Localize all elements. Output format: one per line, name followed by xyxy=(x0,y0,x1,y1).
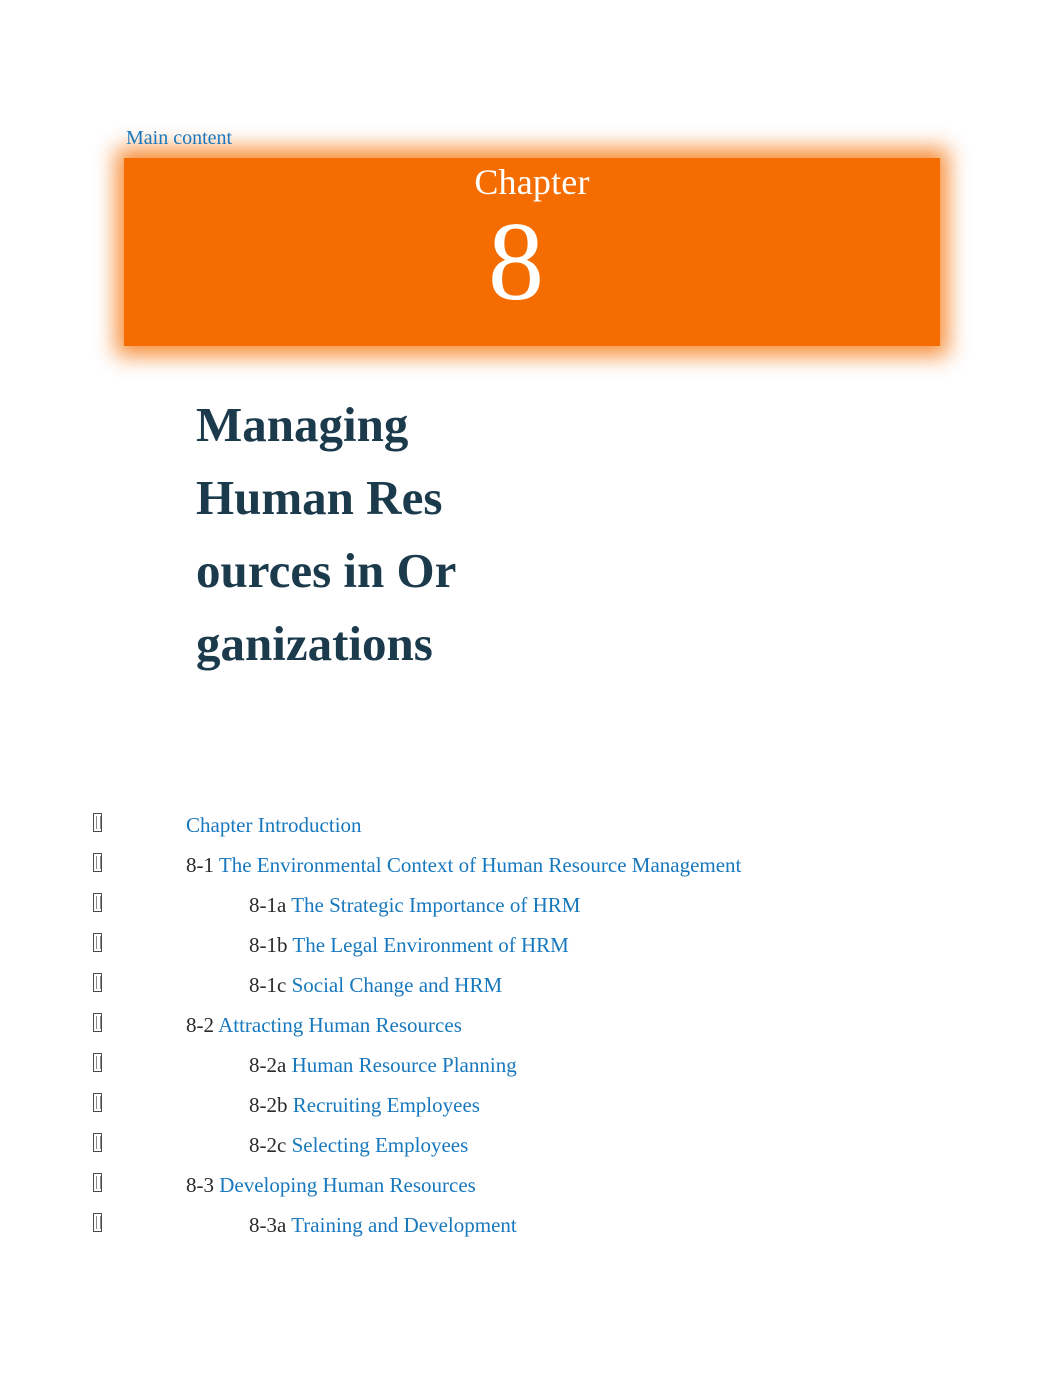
toc-row: 8-3a Training and Development xyxy=(0,1205,1062,1245)
missing-glyph-bullet-icon xyxy=(93,1053,102,1072)
toc-section-link[interactable]: The Environmental Context of Human Resou… xyxy=(219,853,742,877)
toc-section-link[interactable]: The Strategic Importance of HRM xyxy=(291,893,580,917)
skip-to-main-content-link[interactable]: Main content xyxy=(126,126,232,150)
toc-entry: 8-2c Selecting Employees xyxy=(249,1125,468,1165)
toc-section-link[interactable]: Attracting Human Resources xyxy=(218,1013,462,1037)
missing-glyph-bullet-icon xyxy=(93,1133,102,1152)
toc-section-number: 8-2a xyxy=(249,1053,287,1077)
toc-section-number: 8-1 xyxy=(186,853,214,877)
toc-section-number: 8-2 xyxy=(186,1013,214,1037)
toc-section-link[interactable]: Human Resource Planning xyxy=(292,1053,517,1077)
toc-entry: 8-1c Social Change and HRM xyxy=(249,965,502,1005)
toc-entry: 8-2 Attracting Human Resources xyxy=(186,1005,462,1045)
chapter-banner: Chapter 8 xyxy=(116,148,948,356)
toc-row: 8-1a The Strategic Importance of HRM xyxy=(0,885,1062,925)
chapter-label: Chapter xyxy=(474,162,590,202)
toc-section-link[interactable]: Selecting Employees xyxy=(292,1133,469,1157)
toc-row: 8-2a Human Resource Planning xyxy=(0,1045,1062,1085)
toc-entry: 8-2a Human Resource Planning xyxy=(249,1045,517,1085)
missing-glyph-bullet-icon xyxy=(93,853,102,872)
toc-section-link[interactable]: Social Change and HRM xyxy=(292,973,503,997)
toc-row: 8-1c Social Change and HRM xyxy=(0,965,1062,1005)
toc-entry: 8-1 The Environmental Context of Human R… xyxy=(186,845,741,885)
missing-glyph-bullet-icon xyxy=(93,1213,102,1232)
toc-entry: 8-3 Developing Human Resources xyxy=(186,1165,476,1205)
toc-section-number: 8-2c xyxy=(249,1133,287,1157)
toc-section-link[interactable]: Recruiting Employees xyxy=(293,1093,480,1117)
toc-row: 8-3 Developing Human Resources xyxy=(0,1165,1062,1205)
missing-glyph-bullet-icon xyxy=(93,813,102,832)
toc-section-number: 8-1c xyxy=(249,973,287,997)
missing-glyph-bullet-icon xyxy=(93,933,102,952)
toc-section-number: 8-3a xyxy=(249,1213,287,1237)
toc-row: 8-1b The Legal Environment of HRM xyxy=(0,925,1062,965)
chapter-number: 8 xyxy=(488,200,544,324)
toc-row: Chapter Introduction xyxy=(0,805,1062,845)
toc-section-number: 8-2b xyxy=(249,1093,288,1117)
toc-section-link[interactable]: The Legal Environment of HRM xyxy=(292,933,568,957)
toc-row: 8-2b Recruiting Employees xyxy=(0,1085,1062,1125)
page-title: Managing Human Resources in Organization… xyxy=(196,396,457,671)
toc-section-number: 8-1a xyxy=(249,893,287,917)
document-page: Main content Chapter 8 Managing Human Re… xyxy=(0,0,1062,1377)
toc-row: 8-2c Selecting Employees xyxy=(0,1125,1062,1165)
missing-glyph-bullet-icon xyxy=(93,893,102,912)
toc-row: 8-1 The Environmental Context of Human R… xyxy=(0,845,1062,885)
missing-glyph-bullet-icon xyxy=(93,1173,102,1192)
toc-entry: 8-3a Training and Development xyxy=(249,1205,517,1245)
toc-section-link[interactable]: Developing Human Resources xyxy=(219,1173,476,1197)
missing-glyph-bullet-icon xyxy=(93,973,102,992)
toc-entry: 8-1b The Legal Environment of HRM xyxy=(249,925,569,965)
toc-entry: 8-1a The Strategic Importance of HRM xyxy=(249,885,580,925)
toc-section-number: 8-1b xyxy=(249,933,288,957)
missing-glyph-bullet-icon xyxy=(93,1093,102,1112)
toc-section-link[interactable]: Chapter Introduction xyxy=(186,813,362,837)
toc-section-link[interactable]: Training and Development xyxy=(291,1213,517,1237)
toc-entry: Chapter Introduction xyxy=(186,805,362,845)
chapter-banner-fill: Chapter 8 xyxy=(124,158,940,346)
toc-section-number: 8-3 xyxy=(186,1173,214,1197)
toc-row: 8-2 Attracting Human Resources xyxy=(0,1005,1062,1045)
table-of-contents: Chapter Introduction 8-1 The Environmenta… xyxy=(0,805,1062,1245)
toc-entry: 8-2b Recruiting Employees xyxy=(249,1085,480,1125)
missing-glyph-bullet-icon xyxy=(93,1013,102,1032)
